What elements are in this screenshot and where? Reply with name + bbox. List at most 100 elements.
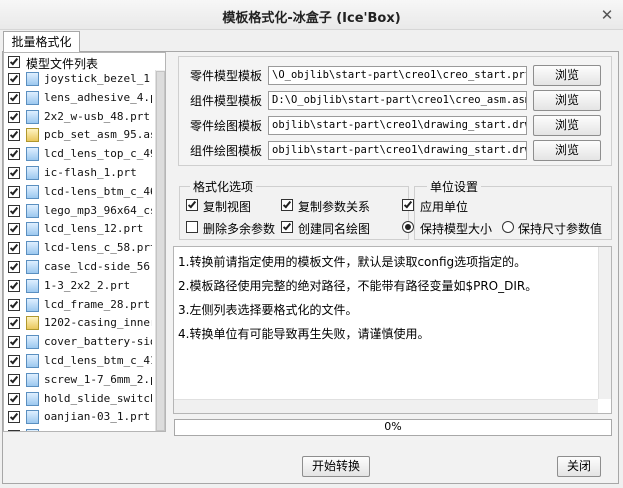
file-checkbox[interactable] <box>8 223 20 236</box>
check-mark-icon <box>187 199 197 209</box>
keep-dim-values-radio[interactable] <box>502 221 514 233</box>
file-name: lcd_lens_btm_c_41. <box>44 354 152 367</box>
check-mark-icon <box>9 280 19 290</box>
tab-batch-format[interactable]: 批量格式化 <box>3 31 80 52</box>
create-drawing-checkbox[interactable] <box>281 221 293 233</box>
browse-part-drawing-button[interactable]: 浏览 <box>533 115 601 136</box>
file-list-item[interactable]: lens_adhesive_4.pr <box>4 89 152 107</box>
browse-part-model-button[interactable]: 浏览 <box>533 65 601 86</box>
keep-model-size-radio[interactable] <box>402 221 414 233</box>
part-drawing-template-input[interactable]: objlib\start-part\creo1\drawing_start.dr… <box>268 116 527 135</box>
file-list-item[interactable]: lcd_lens_top_c_49. <box>4 145 152 163</box>
notes-horizontal-scrollbar[interactable] <box>174 399 598 413</box>
file-name: lens_adhesive_4.pr <box>44 90 152 104</box>
start-convert-button[interactable]: 开始转换 <box>302 456 370 477</box>
browse-asm-model-button[interactable]: 浏览 <box>533 90 601 111</box>
asm-model-template-input[interactable]: D:\O_objlib\start-part\creo1\creo_asm.as… <box>268 91 527 110</box>
close-icon[interactable]: ✕ <box>598 6 616 24</box>
part-drawing-template-label: 零件绘图模板 <box>190 119 263 133</box>
file-list-item[interactable]: oanjian-03_1.prt <box>4 408 152 426</box>
file-name: lcd_lens_12.prt <box>44 222 144 236</box>
file-checkbox[interactable] <box>8 167 20 179</box>
copy-view-checkbox[interactable] <box>186 199 198 211</box>
file-list-item[interactable]: case_lcd-side_56.p <box>4 258 152 276</box>
check-mark-icon <box>9 73 19 83</box>
file-checkbox[interactable] <box>8 392 20 405</box>
copy-params-label: 复制参数关系 <box>298 200 371 214</box>
file-list-item[interactable]: lcd-lens_c_58.prt <box>4 239 152 257</box>
close-button[interactable]: 关闭 <box>557 456 601 477</box>
notes-textarea[interactable]: 1.转换前请指定使用的模板文件，默认是读取config选项指定的。 2.模板路径… <box>173 246 612 414</box>
file-checkbox[interactable] <box>8 204 20 217</box>
file-list-item[interactable]: 1202-casing_inner <box>4 314 152 332</box>
file-list-item[interactable]: lcd_lens_12.prt <box>4 220 152 238</box>
file-checkbox[interactable] <box>8 73 20 85</box>
file-list-header[interactable]: 模型文件列表 <box>4 53 152 71</box>
file-checkbox[interactable] <box>8 411 20 424</box>
part-file-icon <box>26 166 39 180</box>
part-file-icon <box>26 410 39 425</box>
file-checkbox[interactable] <box>8 373 20 386</box>
note-line: 1.转换前请指定使用的模板文件，默认是读取config选项指定的。 <box>178 255 527 269</box>
asm-drawing-template-input[interactable]: objlib\start-part\creo1\drawing_start.dr… <box>268 141 527 160</box>
file-list-item[interactable]: screw_1-7_6mm_2.pr <box>4 371 152 389</box>
progress-text: 0% <box>384 420 402 433</box>
file-list-scroll-thumb[interactable] <box>156 71 165 431</box>
notes-vertical-scrollbar[interactable] <box>598 247 611 399</box>
check-mark-icon <box>9 186 19 196</box>
file-list-item[interactable]: 2x2_w-usb_48.prt <box>4 108 152 126</box>
file-list-item[interactable]: lcd_frame_28.prt <box>4 296 152 314</box>
check-mark-icon <box>9 430 19 431</box>
file-checkbox[interactable] <box>8 110 20 123</box>
note-line: 3.左侧列表选择要格式化的文件。 <box>178 303 358 317</box>
file-checkbox[interactable] <box>8 336 20 349</box>
file-checkbox[interactable] <box>8 430 20 431</box>
file-checkbox[interactable] <box>8 279 20 292</box>
file-list-item[interactable]: lego_mp3_joystick_ <box>4 427 152 431</box>
check-mark-icon <box>9 148 19 158</box>
file-list-item[interactable]: lcd_lens_btm_c_41. <box>4 352 152 370</box>
file-name: lcd_lens_top_c_49. <box>44 147 152 161</box>
file-name: 2x2_w-usb_48.prt <box>44 109 150 123</box>
browse-asm-drawing-button[interactable]: 浏览 <box>533 140 601 161</box>
file-name: ic-flash_1.prt <box>44 166 137 179</box>
file-list-header-label: 模型文件列表 <box>26 57 99 71</box>
file-list-item[interactable]: lego_mp3_96x64_cst <box>4 202 152 220</box>
file-list-item[interactable]: joystick_bezel_1.p <box>4 70 152 88</box>
note-line: 4.转换单位有可能导致再生失败，请谨慎使用。 <box>178 327 430 341</box>
file-checkbox[interactable] <box>8 185 20 198</box>
file-list-item[interactable]: lcd-lens_btm_c_46. <box>4 183 152 201</box>
file-list-item[interactable]: 1-3_2x2_2.prt <box>4 277 152 295</box>
model-file-list[interactable]: 模型文件列表 joystick_bezel_1.p lens_adhesive_4… <box>3 52 166 432</box>
file-checkbox[interactable] <box>8 317 20 330</box>
file-name: lcd-lens_btm_c_46. <box>44 184 152 198</box>
file-checkbox[interactable] <box>8 355 20 367</box>
delete-params-checkbox[interactable] <box>186 221 198 233</box>
keep-dim-values-label: 保持尺寸参数值 <box>518 222 603 236</box>
check-mark-icon <box>9 318 19 327</box>
part-file-icon <box>26 109 39 124</box>
file-checkbox[interactable] <box>8 91 20 104</box>
file-list-item[interactable]: hold_slide_switch_ <box>4 390 152 408</box>
copy-params-checkbox[interactable] <box>281 199 293 211</box>
file-checkbox[interactable] <box>8 242 20 255</box>
window-title: 模板格式化-冰盒子 (Ice'Box) <box>222 11 401 26</box>
file-name: oanjian-03_1.prt <box>44 410 150 424</box>
part-file-icon <box>26 222 39 237</box>
delete-params-label: 删除多余参数 <box>203 222 276 236</box>
file-list-item[interactable]: cover_battery-side <box>4 333 152 351</box>
file-checkbox[interactable] <box>8 298 20 311</box>
check-mark-icon <box>403 199 413 209</box>
apply-unit-checkbox[interactable] <box>402 199 414 211</box>
file-checkbox[interactable] <box>8 129 20 142</box>
file-list-item[interactable]: pcb_set_asm_95.asm <box>4 126 152 144</box>
file-list-item[interactable]: ic-flash_1.prt <box>4 164 152 182</box>
select-all-checkbox[interactable] <box>8 56 20 68</box>
file-name: 1-3_2x2_2.prt <box>44 278 131 292</box>
part-file-icon <box>26 203 39 218</box>
part-file-icon <box>26 354 39 368</box>
part-file-icon <box>26 429 39 431</box>
file-checkbox[interactable] <box>8 148 20 161</box>
file-checkbox[interactable] <box>8 261 20 273</box>
part-model-template-input[interactable]: \O_objlib\start-part\creo1\creo_start.pr… <box>268 66 527 85</box>
